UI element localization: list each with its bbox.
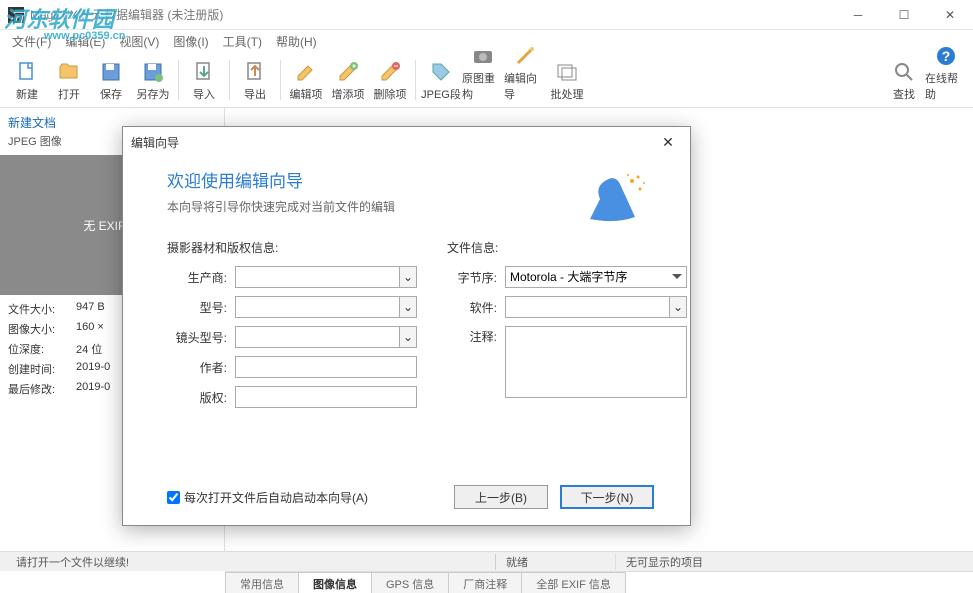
menu-tools[interactable]: 工具(T) bbox=[217, 31, 268, 52]
author-input[interactable] bbox=[235, 356, 417, 378]
app-icon bbox=[8, 7, 24, 23]
save-button[interactable]: 保存 bbox=[90, 56, 132, 104]
new-button[interactable]: 新建 bbox=[6, 56, 48, 104]
batch-icon bbox=[555, 60, 579, 84]
status-right: 无可显示的项目 bbox=[616, 554, 973, 570]
svg-text:?: ? bbox=[942, 48, 951, 64]
tag-icon bbox=[429, 60, 453, 84]
help-button[interactable]: ? 在线帮助 bbox=[925, 56, 967, 104]
wizard-button[interactable]: 编辑向导 bbox=[504, 56, 546, 104]
autostart-checkbox[interactable]: 每次打开文件后自动启动本向导(A) bbox=[167, 489, 368, 506]
maximize-button[interactable]: ☐ bbox=[881, 0, 927, 30]
menu-edit[interactable]: 编辑(E) bbox=[59, 31, 111, 52]
dialog-titlebar: 编辑向导 ✕ bbox=[123, 127, 690, 157]
toolbar-separator bbox=[415, 60, 416, 100]
bottom-tabs: 常用信息 图像信息 GPS 信息 厂商注释 全部 EXIF 信息 bbox=[225, 571, 973, 593]
tab-gps[interactable]: GPS 信息 bbox=[371, 572, 449, 593]
dialog-title: 编辑向导 bbox=[131, 134, 654, 151]
close-button[interactable]: ✕ bbox=[927, 0, 973, 30]
import-icon bbox=[192, 60, 216, 84]
section-equipment: 摄影器材和版权信息: bbox=[167, 239, 417, 256]
saveas-button[interactable]: 另存为 bbox=[132, 56, 174, 104]
comment-textarea[interactable] bbox=[505, 326, 687, 398]
title-bar: MagicEXIF 元数据编辑器 (未注册版) ─ ☐ ✕ bbox=[0, 0, 973, 30]
status-left: 请打开一个文件以继续! bbox=[6, 554, 496, 570]
edit-icon bbox=[294, 60, 318, 84]
dialog-close-button[interactable]: ✕ bbox=[654, 134, 682, 151]
model-input[interactable] bbox=[235, 296, 399, 318]
edititem-button[interactable]: 编辑项 bbox=[285, 56, 327, 104]
delete-icon bbox=[378, 60, 402, 84]
folder-open-icon bbox=[57, 60, 81, 84]
wizard-hat-icon bbox=[580, 169, 650, 229]
menu-view[interactable]: 视图(V) bbox=[113, 31, 165, 52]
camera-icon bbox=[471, 44, 495, 68]
section-file: 文件信息: bbox=[447, 239, 687, 256]
menu-file[interactable]: 文件(F) bbox=[6, 31, 57, 52]
tab-image[interactable]: 图像信息 bbox=[298, 572, 372, 593]
status-bar: 请打开一个文件以继续! 就绪 无可显示的项目 bbox=[0, 551, 973, 571]
prev-button[interactable]: 上一步(B) bbox=[454, 485, 548, 509]
toolbar-separator bbox=[229, 60, 230, 100]
lens-input[interactable] bbox=[235, 326, 399, 348]
help-icon: ? bbox=[934, 44, 958, 68]
additem-button[interactable]: 增添项 bbox=[327, 56, 369, 104]
search-icon bbox=[892, 60, 916, 84]
saveas-icon bbox=[141, 60, 165, 84]
new-file-icon bbox=[15, 60, 39, 84]
batch-button[interactable]: 批处理 bbox=[546, 56, 588, 104]
tab-maker[interactable]: 厂商注释 bbox=[448, 572, 522, 593]
import-button[interactable]: 导入 bbox=[183, 56, 225, 104]
lens-dropdown[interactable]: ⌄ bbox=[399, 326, 417, 348]
manufacturer-input[interactable] bbox=[235, 266, 399, 288]
export-icon bbox=[243, 60, 267, 84]
export-button[interactable]: 导出 bbox=[234, 56, 276, 104]
copyright-input[interactable] bbox=[235, 386, 417, 408]
manufacturer-dropdown[interactable]: ⌄ bbox=[399, 266, 417, 288]
add-icon bbox=[336, 60, 360, 84]
software-dropdown[interactable]: ⌄ bbox=[669, 296, 687, 318]
toolbar: 新建 打开 保存 另存为 导入 导出 编辑项 增添项 删除项 JPEG段 原 bbox=[0, 52, 973, 108]
next-button[interactable]: 下一步(N) bbox=[560, 485, 654, 509]
software-input[interactable] bbox=[505, 296, 669, 318]
menu-help[interactable]: 帮助(H) bbox=[270, 31, 323, 52]
delitem-button[interactable]: 删除项 bbox=[369, 56, 411, 104]
model-dropdown[interactable]: ⌄ bbox=[399, 296, 417, 318]
rebuild-button[interactable]: 原图重构 bbox=[462, 56, 504, 104]
wizard-dialog: 编辑向导 ✕ 欢迎使用编辑向导 本向导将引导你快速完成对当前文件的编辑 摄影器材… bbox=[122, 126, 691, 526]
window-title: MagicEXIF 元数据编辑器 (未注册版) bbox=[30, 6, 835, 23]
save-icon bbox=[99, 60, 123, 84]
jpegseg-button[interactable]: JPEG段 bbox=[420, 56, 462, 104]
open-button[interactable]: 打开 bbox=[48, 56, 90, 104]
status-mid: 就绪 bbox=[496, 554, 616, 570]
tab-allexif[interactable]: 全部 EXIF 信息 bbox=[521, 572, 626, 593]
toolbar-separator bbox=[178, 60, 179, 100]
toolbar-separator bbox=[280, 60, 281, 100]
minimize-button[interactable]: ─ bbox=[835, 0, 881, 30]
byteorder-select[interactable]: Motorola - 大端字节序 bbox=[505, 266, 687, 288]
search-button[interactable]: 查找 bbox=[883, 56, 925, 104]
tab-common[interactable]: 常用信息 bbox=[225, 572, 299, 593]
menu-image[interactable]: 图像(I) bbox=[167, 31, 214, 52]
wand-icon bbox=[513, 44, 537, 68]
